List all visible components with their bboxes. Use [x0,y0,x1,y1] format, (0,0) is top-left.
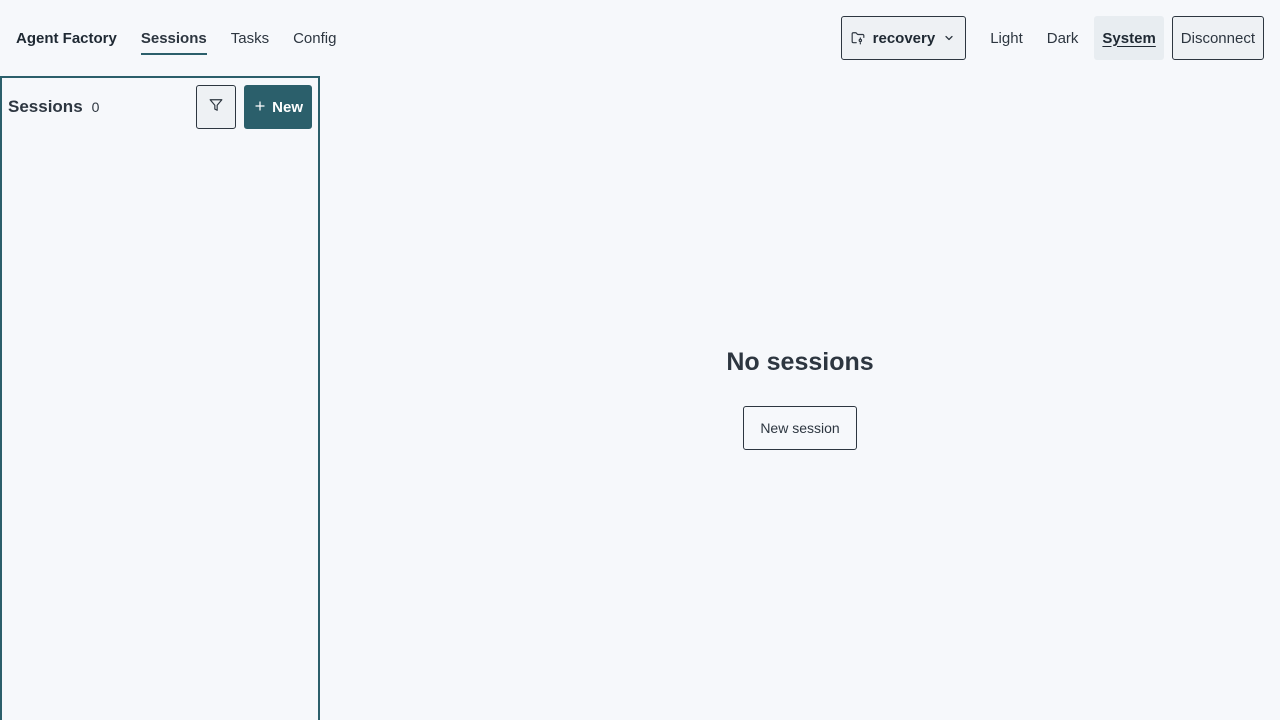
disconnect-button[interactable]: Disconnect [1171,16,1264,60]
nav-link-tasks[interactable]: Tasks [231,24,269,53]
primary-nav: Agent Factory Sessions Tasks Config [16,24,336,55]
folder-git-icon [851,31,865,45]
session-count: 0 [91,99,100,115]
nav-link-config[interactable]: Config [293,24,336,53]
empty-state-title: No sessions [726,348,874,376]
header-actions: recovery Light Dark System Disconnect [840,16,1264,60]
plus-icon [254,99,266,116]
new-session-button[interactable]: New [244,85,312,129]
filter-button[interactable] [196,85,237,129]
theme-system-button[interactable]: System [1094,16,1164,60]
sidebar-header: Sessions 0 New [2,78,318,130]
filter-icon [209,98,223,117]
main-content: No sessions New session [320,76,1280,720]
top-bar: Agent Factory Sessions Tasks Config reco… [0,0,1280,76]
theme-light-button[interactable]: Light [982,16,1031,60]
nav-link-sessions[interactable]: Sessions [140,24,207,55]
chevron-down-icon [943,32,955,44]
repo-name: recovery [872,29,936,47]
new-button-label: New [272,98,303,116]
app-brand[interactable]: Agent Factory [16,30,117,47]
theme-dark-button[interactable]: Dark [1039,16,1087,60]
sidebar-actions: New [196,85,312,129]
empty-state-new-session-button[interactable]: New session [743,406,857,450]
sessions-sidebar: Sessions 0 New [0,76,320,720]
repo-selector[interactable]: recovery [840,16,967,60]
sidebar-title: Sessions [8,97,83,116]
sidebar-title-group: Sessions 0 [8,97,99,117]
